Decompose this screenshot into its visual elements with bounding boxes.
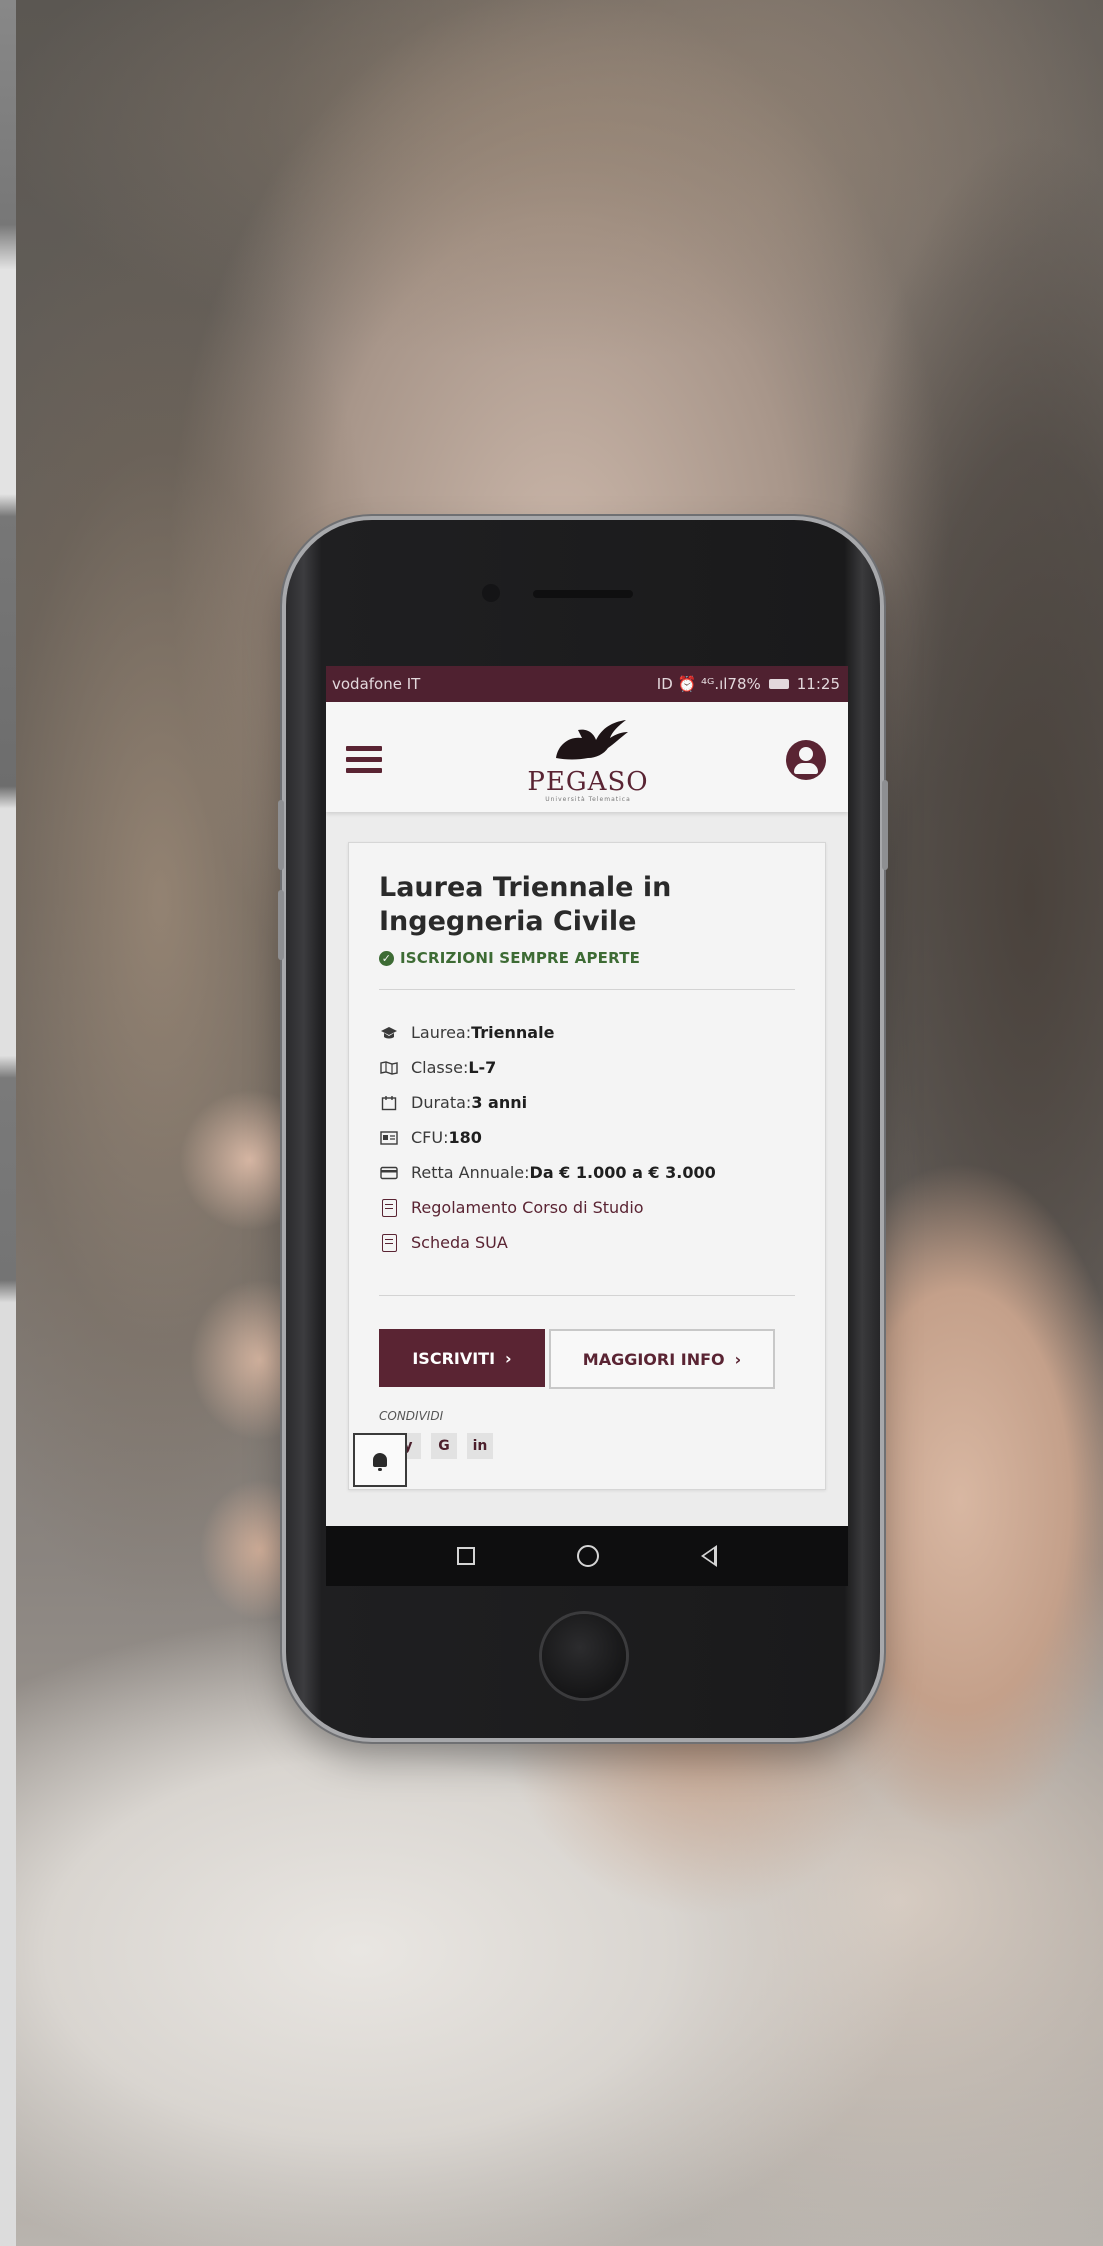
page-edge-strip	[0, 0, 16, 2246]
iscriviti-button[interactable]: ISCRIVITI ›	[379, 1329, 545, 1387]
credit-card-icon	[379, 1165, 399, 1181]
status-icons: ID ⏰ ⁴ᴳ.ıl78% 11:25	[657, 675, 840, 693]
maggiori-info-button[interactable]: MAGGIORI INFO ›	[549, 1329, 775, 1389]
linkedin-share-button[interactable]: in	[467, 1433, 493, 1459]
graduation-cap-icon	[379, 1025, 399, 1041]
volume-up-button	[278, 800, 284, 870]
link-label[interactable]: Regolamento Corso di Studio	[411, 1198, 644, 1217]
detail-value: L-7	[468, 1058, 497, 1077]
document-icon	[379, 1198, 399, 1217]
detail-label: Retta Annuale:	[411, 1163, 530, 1182]
user-profile-icon[interactable]	[786, 740, 826, 780]
app-header: PEGASO Università Telematica	[326, 702, 848, 812]
carrier-label: vodafone IT	[332, 675, 421, 693]
smartphone: vodafone IT ID ⏰ ⁴ᴳ.ıl78% 11:25 PEGASO U…	[278, 520, 888, 1738]
power-button	[882, 780, 888, 870]
enrollment-status-text: ISCRIZIONI SEMPRE APERTE	[400, 949, 641, 967]
detail-retta: Retta Annuale: Da € 1.000 a € 3.000	[379, 1155, 809, 1190]
status-indicators: ID ⏰ ⁴ᴳ.ıl78%	[656, 675, 761, 693]
volume-down-button	[278, 890, 284, 960]
detail-value: Triennale	[471, 1023, 555, 1042]
calendar-icon	[379, 1095, 399, 1111]
course-title: Laurea Triennale in Ingegneria Civile	[379, 872, 672, 937]
maggiori-info-label: MAGGIORI INFO	[582, 1349, 725, 1369]
brand-tagline: Università Telematica	[545, 796, 631, 803]
link-scheda-sua[interactable]: Scheda SUA	[379, 1225, 809, 1260]
chevron-right-icon: ›	[734, 1349, 742, 1369]
hamburger-menu-icon[interactable]	[346, 746, 382, 773]
pegaso-logo[interactable]: PEGASO Università Telematica	[518, 718, 658, 804]
enrollment-status-badge: ✓ ISCRIZIONI SEMPRE APERTE	[379, 949, 640, 967]
detail-value: Da € 1.000 a € 3.000	[529, 1163, 716, 1182]
course-details-list: Laurea: Triennale Classe: L-7 Durata: 3 …	[379, 1015, 809, 1260]
detail-label: Durata:	[411, 1093, 472, 1112]
back-icon[interactable]	[701, 1545, 717, 1567]
detail-value: 3 anni	[471, 1093, 528, 1112]
detail-label: CFU:	[411, 1128, 449, 1147]
document-icon	[379, 1233, 399, 1252]
link-regolamento[interactable]: Regolamento Corso di Studio	[379, 1190, 809, 1225]
brand-name: PEGASO	[527, 767, 649, 797]
link-label[interactable]: Scheda SUA	[411, 1233, 508, 1252]
front-camera	[482, 584, 500, 602]
detail-durata: Durata: 3 anni	[379, 1085, 809, 1120]
check-circle-icon: ✓	[379, 950, 394, 966]
iscriviti-label: ISCRIVITI	[412, 1348, 496, 1368]
notification-bell-button[interactable]	[353, 1433, 407, 1487]
divider	[379, 1295, 795, 1296]
detail-value: 180	[448, 1128, 482, 1147]
share-buttons: y G in	[395, 1433, 493, 1459]
android-navigation-bar	[326, 1526, 848, 1586]
detail-cfu: CFU: 180	[379, 1120, 809, 1155]
home-icon[interactable]	[577, 1545, 599, 1567]
pegasus-icon	[556, 720, 628, 760]
detail-classe: Classe: L-7	[379, 1050, 809, 1085]
share-label: CONDIVIDI	[379, 1409, 444, 1423]
phone-screen: vodafone IT ID ⏰ ⁴ᴳ.ıl78% 11:25 PEGASO U…	[326, 666, 848, 1586]
earpiece-speaker	[533, 590, 633, 598]
detail-label: Laurea:	[411, 1023, 472, 1042]
divider	[379, 989, 795, 990]
id-card-icon	[379, 1130, 399, 1146]
battery-icon	[768, 679, 789, 689]
google-share-button[interactable]: G	[431, 1433, 457, 1459]
course-card: Laurea Triennale in Ingegneria Civile ✓ …	[348, 842, 826, 1490]
status-bar: vodafone IT ID ⏰ ⁴ᴳ.ıl78% 11:25	[326, 666, 848, 702]
map-icon	[379, 1060, 399, 1076]
clock: 11:25	[796, 675, 840, 693]
detail-label: Classe:	[411, 1058, 469, 1077]
home-button	[542, 1614, 626, 1698]
bell-icon	[373, 1453, 387, 1471]
recent-apps-icon[interactable]	[457, 1547, 475, 1565]
detail-laurea: Laurea: Triennale	[379, 1015, 809, 1050]
chevron-right-icon: ›	[505, 1348, 512, 1368]
